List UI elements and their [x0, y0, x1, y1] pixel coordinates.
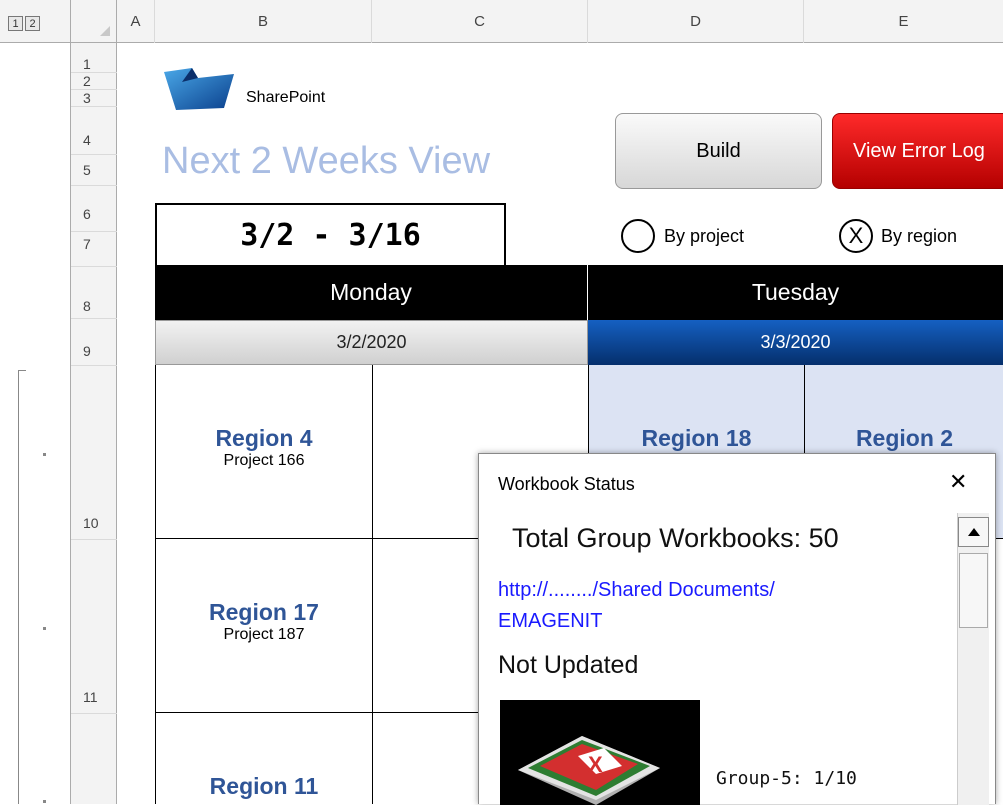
row-header-11[interactable]: 11 [71, 540, 117, 714]
date-header-tuesday: 3/3/2020 [588, 320, 1003, 365]
arrow-up-icon [967, 528, 980, 536]
total-workbooks-text: Total Group Workbooks: 50 [512, 523, 839, 553]
workbook-link-line1[interactable]: http://......../Shared Documents/ [498, 579, 775, 602]
group-status-text: Group-5: 1/10 [716, 768, 857, 789]
close-icon[interactable]: ✕ [949, 469, 967, 495]
day-header-monday: Monday [155, 265, 588, 320]
outline-dot [43, 800, 46, 803]
column-header-bar: A B C D E [117, 0, 1003, 43]
column-header-e[interactable]: E [804, 0, 1003, 43]
column-header-b[interactable]: B [155, 0, 372, 43]
error-workbook-icon: X [518, 736, 660, 805]
workbook-link-line2[interactable]: EMAGENIT [498, 610, 602, 633]
workbook-status-dialog: Workbook Status ✕ Total Group Workbooks:… [478, 453, 996, 805]
svg-text:X: X [588, 752, 603, 777]
scroll-thumb[interactable] [959, 553, 988, 628]
row-header-bar: 1 2 3 4 5 6 7 8 9 10 11 [71, 43, 117, 804]
schedule-cell[interactable]: Region 11 [156, 713, 373, 804]
region-label: Region 2 [855, 425, 954, 451]
date-range-box: 3/2 - 3/16 [155, 203, 506, 267]
row-header-4: 4 [71, 107, 117, 155]
dialog-content: Total Group Workbooks: 50 http://.......… [479, 513, 957, 805]
radio-x-mark: X [848, 223, 864, 248]
day-header-tuesday: Tuesday [588, 265, 1003, 320]
row-header-7[interactable]: 7 [71, 221, 117, 267]
outline-dot [43, 453, 46, 456]
build-button[interactable]: Build [615, 113, 822, 189]
status-text: Not Updated [498, 651, 639, 679]
select-all-corner[interactable] [71, 0, 117, 43]
region-label: Region 4 [215, 425, 313, 451]
outline-bracket [18, 370, 19, 804]
error-image: X [500, 700, 700, 805]
row-header-12 [71, 714, 117, 804]
column-header-d[interactable]: D [588, 0, 804, 43]
outline-level-1-button[interactable]: 1 [8, 16, 23, 31]
scroll-up-button[interactable] [958, 517, 989, 547]
sheet-corner: 1 2 [0, 0, 71, 43]
row-header-9[interactable]: 9 [71, 319, 117, 366]
row-header-2[interactable]: 2 [71, 73, 117, 90]
dialog-scrollbar[interactable] [957, 513, 989, 805]
region-label: Region 17 [209, 599, 319, 625]
by-region-radio[interactable]: X [839, 219, 873, 253]
logo-text: SharePoint [246, 89, 326, 106]
by-project-radio[interactable] [621, 219, 655, 253]
row-header-3[interactable]: 3 [71, 90, 117, 107]
project-label: Project 187 [223, 626, 305, 643]
sharepoint-logo-icon [164, 68, 234, 110]
row-header-6-label[interactable]: 6 [83, 206, 91, 222]
row-header-1[interactable]: 1 [71, 56, 117, 73]
outline-dot [43, 627, 46, 630]
row-header-4-label[interactable]: 4 [83, 132, 91, 148]
region-label: Region 18 [641, 425, 752, 451]
by-project-label: By project [664, 226, 745, 246]
column-header-a[interactable]: A [117, 0, 155, 43]
project-label: Project 166 [223, 452, 305, 469]
row-header-5[interactable]: 5 [71, 155, 117, 186]
view-error-log-button[interactable]: View Error Log [832, 113, 1003, 189]
sharepoint-logo [162, 64, 240, 119]
by-region-label: By region [881, 226, 958, 246]
region-label: Region 11 [209, 773, 319, 799]
row-header-10[interactable]: 10 [71, 366, 117, 540]
date-header-monday: 3/2/2020 [155, 320, 588, 365]
row-header-8[interactable]: 8 [71, 265, 117, 319]
schedule-cell[interactable]: Region 4 Project 166 [156, 365, 373, 539]
view-title: Next 2 Weeks View [162, 140, 491, 182]
dialog-title: Workbook Status [498, 474, 635, 494]
column-header-c[interactable]: C [372, 0, 588, 43]
outline-level-2-button[interactable]: 2 [25, 16, 40, 31]
schedule-cell[interactable]: Region 17 Project 187 [156, 539, 373, 713]
outline-gutter [0, 43, 71, 804]
